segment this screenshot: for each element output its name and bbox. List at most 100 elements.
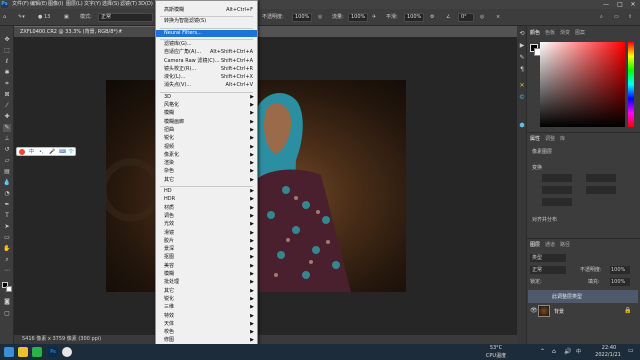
blend-mode-select[interactable]: 正常 — [530, 266, 566, 274]
wechat-icon[interactable] — [32, 347, 42, 357]
clone-stamp-tool-icon[interactable]: ⊥ — [3, 135, 11, 143]
menu-item[interactable]: 文件(F) — [12, 1, 29, 8]
filter-menu-item[interactable]: 自适应广角(A)... Alt+Shift+Ctrl+A — [156, 49, 257, 56]
filter-menu-item[interactable]: 调色 ▶ — [156, 213, 257, 220]
filter-menu-item[interactable]: 镜头校正(R)... Shift+Ctrl+R — [156, 66, 257, 73]
filter-menu-item[interactable]: 渲染 ▶ — [156, 160, 257, 167]
input-language[interactable]: 中 — [576, 348, 581, 355]
flow-input[interactable]: 100% — [348, 13, 368, 22]
opacity-input[interactable]: 100% — [292, 13, 312, 22]
filter-menu-item[interactable]: 滤镜库(G)... — [156, 41, 257, 48]
close-button[interactable]: ✕ — [627, 0, 639, 9]
move-tool-icon[interactable]: ✥ — [3, 36, 11, 44]
menu-item[interactable]: 文字(Y) — [84, 1, 101, 8]
menu-item[interactable]: 滤镜(T) — [120, 1, 137, 8]
filter-menu-item[interactable]: 景深 ▶ — [156, 246, 257, 253]
filter-menu-item[interactable]: 三维 ▶ — [156, 304, 257, 311]
layer-filter-select[interactable]: 类型 — [530, 254, 566, 262]
transform-y-input[interactable] — [586, 186, 616, 194]
zoom-tool-icon[interactable]: ⌕ — [3, 256, 11, 264]
pen-tool-icon[interactable]: ✒ — [3, 201, 11, 209]
menu-item[interactable]: 图层(L) — [66, 1, 83, 8]
filter-menu-item[interactable]: 模糊 ▶ — [156, 271, 257, 278]
tab-layers[interactable]: 图层 — [530, 241, 540, 249]
brush-preset-icon[interactable]: ✎▾ — [18, 13, 32, 22]
ime-keyboard-icon[interactable]: ⌨ — [59, 148, 66, 156]
hue-slider[interactable] — [628, 42, 634, 127]
filter-menu-item[interactable]: HD ▶ — [156, 188, 257, 195]
quick-select-tool-icon[interactable]: ✱ — [3, 69, 11, 77]
type-tool-icon[interactable]: T — [3, 212, 11, 220]
tab-adjustments[interactable]: 调整 — [545, 135, 555, 143]
filter-menu-item[interactable]: 抠图 ▶ — [156, 254, 257, 261]
lasso-tool-icon[interactable]: ℓ — [3, 58, 11, 66]
angle-input[interactable]: 0° — [458, 13, 474, 22]
menu-item[interactable]: 图像(I) — [48, 1, 63, 8]
mode-select[interactable]: 正常 — [98, 13, 153, 22]
home-icon[interactable]: ⌂ — [3, 13, 13, 22]
tab-libraries[interactable]: 库 — [560, 135, 565, 143]
layer-row-adjustment[interactable]: 此调整层类型 — [528, 290, 638, 303]
network-icon[interactable]: ⌂ — [552, 348, 556, 355]
filter-menu-item[interactable]: 风格化 ▶ — [156, 102, 257, 109]
filter-menu-item[interactable]: 材质 ▶ — [156, 205, 257, 212]
filter-menu-item[interactable]: 模糊 ▶ — [156, 110, 257, 117]
file-explorer-icon[interactable] — [18, 347, 28, 357]
frame-tool-icon[interactable]: ⊠ — [3, 91, 11, 99]
filter-menu-item[interactable]: 锐化 ▶ — [156, 296, 257, 303]
ime-toolbar[interactable]: 中 •, 🎤 ⌨ 👕 — [16, 147, 76, 156]
transform-x-input[interactable] — [542, 186, 572, 194]
filter-menu-item[interactable]: 批处理 ▶ — [156, 279, 257, 286]
ime-punctuation-icon[interactable]: •, — [39, 148, 44, 156]
ime-skin-icon[interactable]: 👕 — [68, 148, 74, 156]
ime-voice-icon[interactable]: 🎤 — [49, 148, 55, 156]
filter-menu-item[interactable]: Neural Filters... — [156, 29, 257, 37]
pressure-size-icon[interactable]: ◎ — [480, 13, 490, 22]
blur-tool-icon[interactable]: 💧 — [3, 179, 11, 187]
filter-menu-item[interactable]: 模糊画廊 ▶ — [156, 119, 257, 126]
filter-menu-item[interactable]: 高斯模糊 Alt+Ctrl+F — [156, 7, 257, 14]
volume-icon[interactable]: 🔊 — [564, 348, 571, 355]
paragraph-panel-icon[interactable]: ¶ — [518, 66, 526, 74]
maximize-button[interactable]: □ — [614, 0, 626, 9]
tab-properties[interactable]: 属性 — [530, 135, 540, 143]
symmetry-icon[interactable]: ⨯ — [496, 13, 506, 22]
filter-menu-item[interactable]: 液化(L)... Shift+Ctrl+X — [156, 74, 257, 81]
airbrush-icon[interactable]: ✈ — [372, 13, 382, 22]
fill-input[interactable]: 100% — [610, 278, 630, 286]
quick-mask-icon[interactable]: ◙ — [3, 298, 11, 306]
gradient-tool-icon[interactable]: ▤ — [3, 168, 11, 176]
share-icon[interactable]: ⇪ — [628, 13, 638, 22]
dodge-tool-icon[interactable]: ◔ — [3, 190, 11, 198]
shape-tool-icon[interactable]: ▭ — [3, 234, 11, 242]
transform-h-input[interactable] — [586, 174, 616, 182]
menu-item[interactable]: 编辑(E) — [30, 1, 47, 8]
hand-tool-icon[interactable]: ✋ — [3, 245, 11, 253]
notification-icon[interactable]: ▭ — [628, 347, 634, 354]
layer-opacity-input[interactable]: 100% — [610, 266, 630, 274]
filter-menu-item[interactable]: 胶片 ▶ — [156, 238, 257, 245]
tab-paths[interactable]: 路径 — [560, 241, 570, 249]
search-icon[interactable]: ⌕ — [600, 13, 610, 22]
filter-menu-item[interactable]: 其它 ▶ — [156, 177, 257, 184]
filter-menu-item[interactable]: 视频 ▶ — [156, 144, 257, 151]
filter-menu-item[interactable]: 天体 ▶ — [156, 321, 257, 328]
tab-patterns[interactable]: 图案 — [575, 29, 585, 37]
eyedropper-tool-icon[interactable]: ⁄ — [3, 102, 11, 110]
path-select-tool-icon[interactable]: ➤ — [3, 223, 11, 231]
brush-tool-icon[interactable]: ✎ — [3, 124, 11, 132]
plugin-cube-icon[interactable]: ⬢ — [518, 122, 526, 130]
plugin-x-icon[interactable]: ✕ — [518, 82, 526, 90]
color-picker-field[interactable] — [540, 42, 625, 127]
filter-menu-item[interactable]: 光效 ▶ — [156, 221, 257, 228]
filter-menu-item[interactable]: 滑镜 ▶ — [156, 230, 257, 237]
tab-channels[interactable]: 通道 — [545, 241, 555, 249]
document-close-icon[interactable]: × — [118, 27, 122, 37]
history-brush-tool-icon[interactable]: ↺ — [3, 146, 11, 154]
marquee-tool-icon[interactable]: ⬚ — [3, 47, 11, 55]
eraser-tool-icon[interactable]: ▱ — [3, 157, 11, 165]
start-icon[interactable] — [4, 347, 14, 357]
tray-chevron-icon[interactable]: ⌃ — [540, 348, 545, 355]
filter-menu-item[interactable]: HDR ▶ — [156, 196, 257, 203]
filter-menu-item[interactable]: 扭曲 ▶ — [156, 127, 257, 134]
